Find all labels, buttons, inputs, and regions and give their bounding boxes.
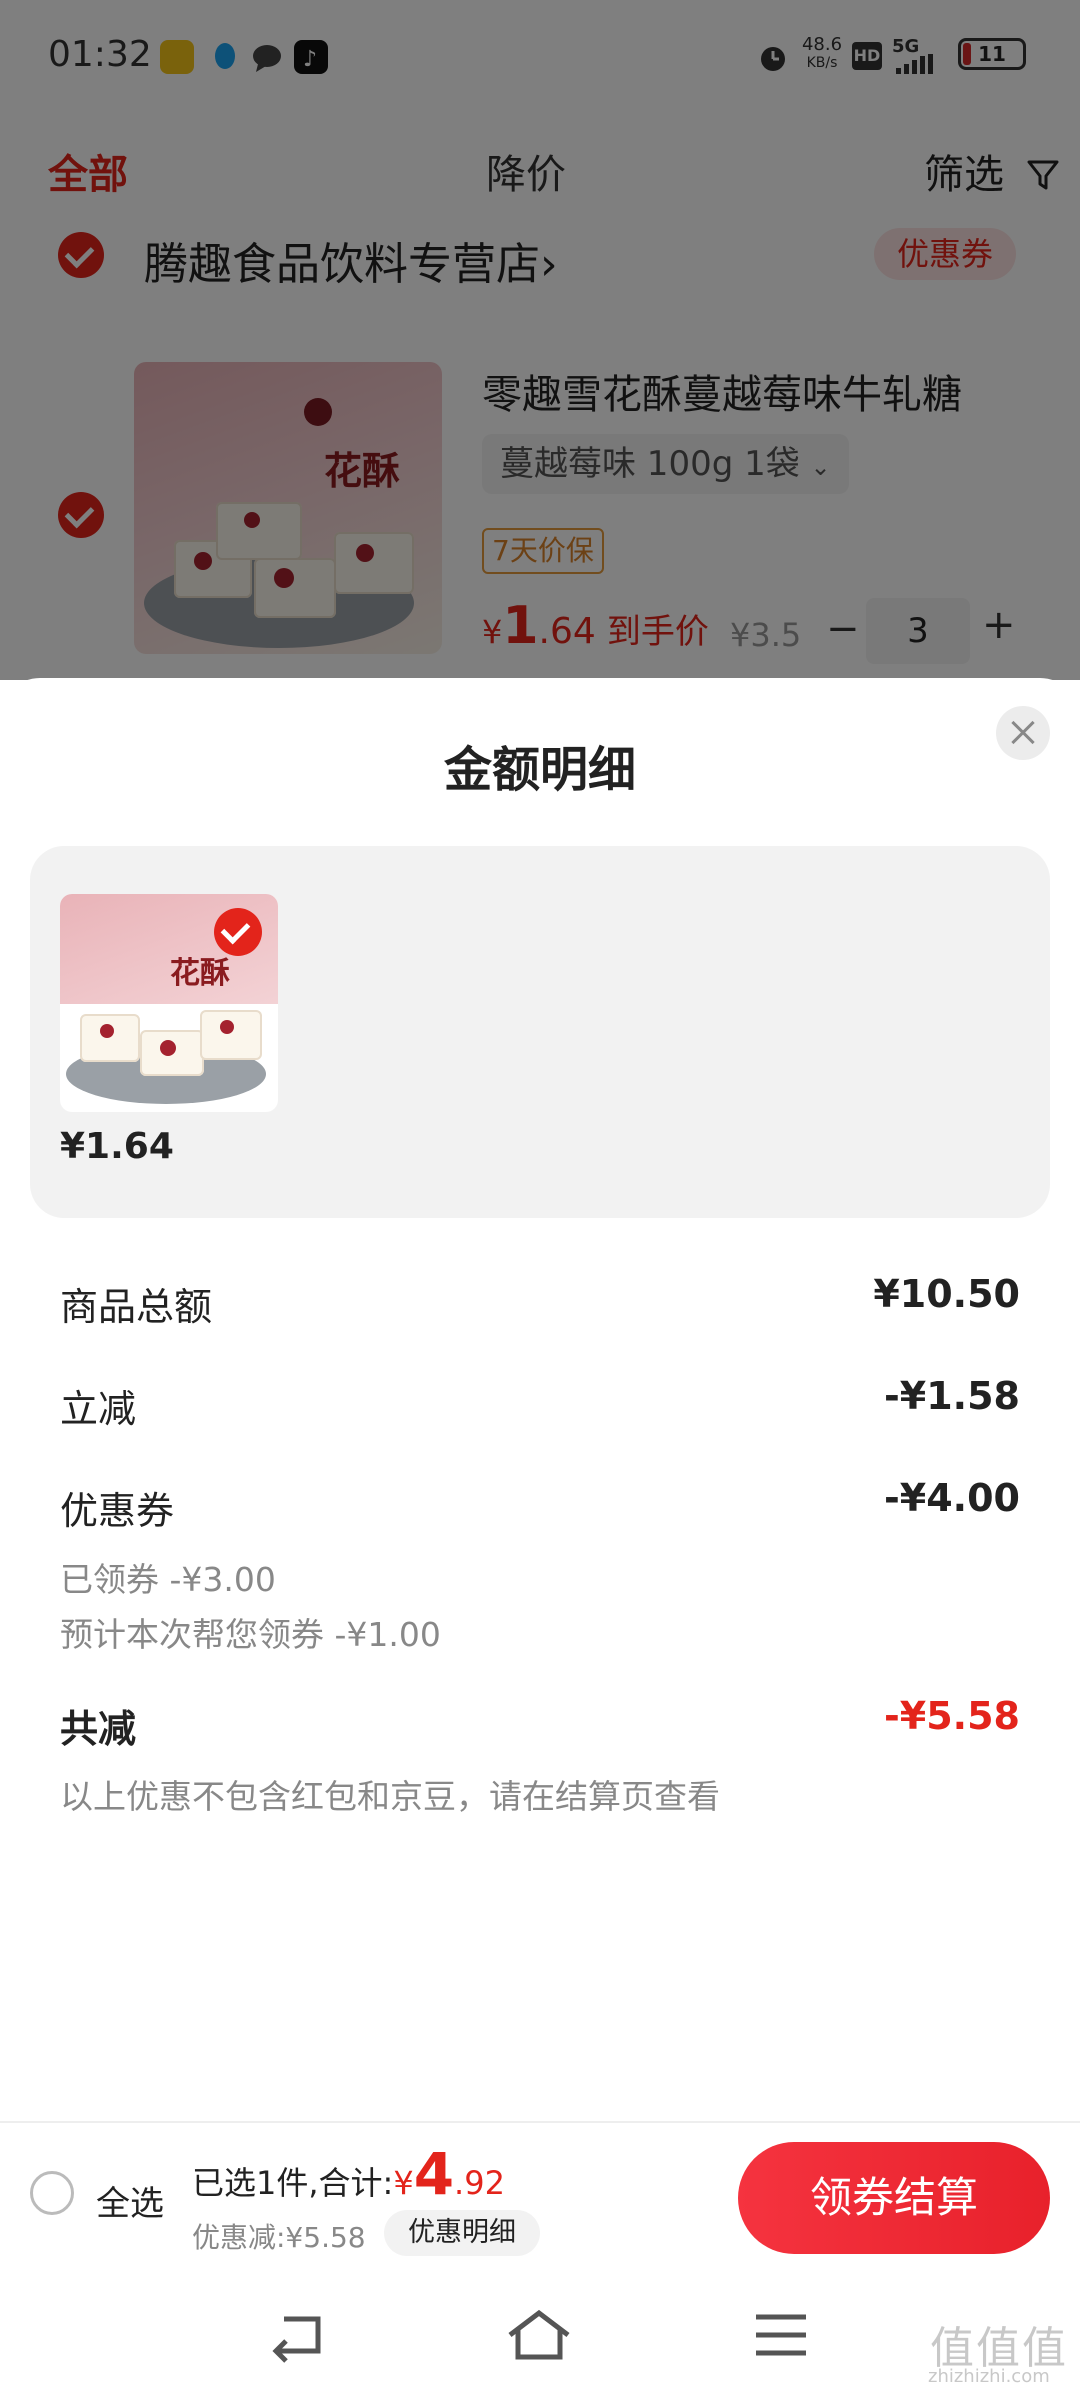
selected-product-price: ¥1.64 (60, 1126, 174, 1167)
row-label-total-discount: 共减 (60, 1707, 137, 1751)
row-value-instant-discount: -¥1.58 (884, 1374, 1020, 1418)
row-label-subtotal: 商品总额 (60, 1285, 213, 1329)
selected-check-icon (214, 908, 262, 956)
modal-overlay[interactable] (0, 0, 1080, 680)
discount-detail-chip[interactable]: 优惠明细 (384, 2210, 540, 2256)
discount-summary: 优惠减:¥5.58 (192, 2221, 366, 2254)
select-all-label[interactable]: 全选 (96, 2176, 164, 2225)
back-icon[interactable] (266, 2305, 336, 2365)
row-value-coupon: -¥4.00 (884, 1476, 1020, 1520)
row-label-coupon: 优惠券 (60, 1489, 175, 1533)
sheet-title: 金额明细 (443, 742, 636, 798)
coupon-estimated-detail: 预计本次帮您领券 -¥1.00 (60, 1615, 441, 1654)
discount-note: 以上优惠不包含红包和京豆，请在结算页查看 (60, 1777, 720, 1816)
watermark-url: zhizhizhi.com (928, 2366, 1050, 2387)
menu-icon[interactable] (746, 2305, 816, 2365)
row-value-total-discount: -¥5.58 (884, 1694, 1020, 1738)
selected-product-image[interactable]: 花酥 (60, 894, 278, 1112)
row-value-subtotal: ¥10.50 (873, 1272, 1020, 1316)
selected-product-box: 花酥 ¥1.64 (30, 846, 1050, 1218)
home-icon[interactable] (504, 2305, 574, 2365)
select-all-radio[interactable] (30, 2171, 74, 2215)
checkout-button[interactable]: 领券结算 (738, 2142, 1050, 2254)
coupon-claimed-detail: 已领券 -¥3.00 (60, 1560, 276, 1599)
row-label-instant-discount: 立减 (60, 1387, 137, 1431)
selection-total: 已选1件,合计:¥4.92 (192, 2140, 505, 2208)
